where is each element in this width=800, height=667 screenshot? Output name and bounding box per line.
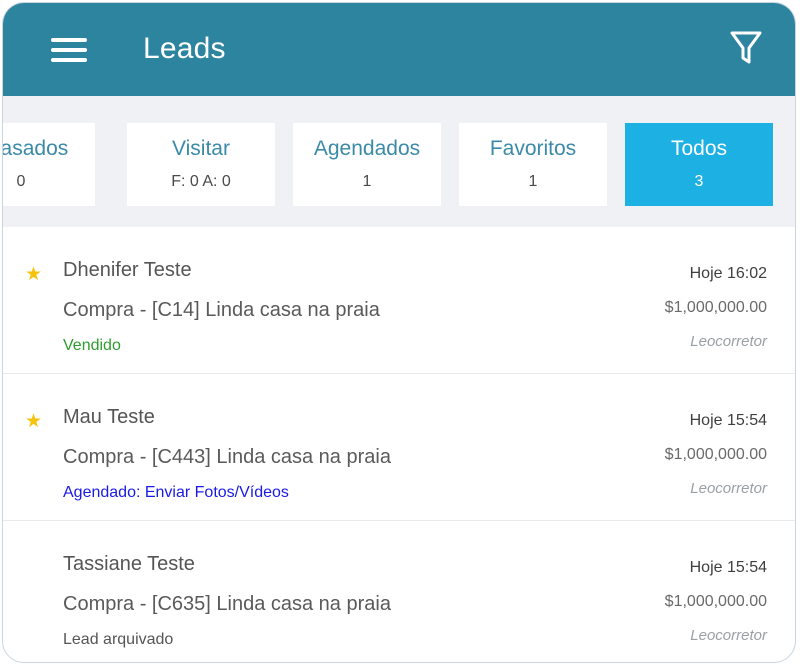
lead-row[interactable]: ★ Dhenifer Teste Compra - [C14] Linda ca… [3, 227, 795, 374]
app-bar: Leads [3, 3, 795, 96]
lead-agent: Leocorretor [690, 627, 767, 644]
lead-status: Lead arquivado [63, 631, 174, 648]
leads-list: ★ Dhenifer Teste Compra - [C14] Linda ca… [3, 227, 795, 662]
tab-count: F: 0 A: 0 [171, 173, 231, 190]
tab-label: Agendados [313, 137, 421, 160]
tab-count: 1 [528, 173, 538, 190]
hamburger-menu-icon[interactable] [51, 36, 89, 66]
tab-visitar[interactable]: Visitar F: 0 A: 0 [127, 123, 275, 206]
tab-agendados[interactable]: Agendados 1 [293, 123, 441, 206]
lead-time: Hoje 16:02 [689, 265, 767, 282]
tab-todos[interactable]: Todos 3 [625, 123, 773, 206]
tab-atrasados[interactable]: Atrasados 0 [3, 123, 95, 206]
lead-property: Compra - [C14] Linda casa na praia [63, 299, 380, 321]
lead-price: $1,000,000.00 [664, 446, 767, 463]
page-title: Leads [143, 32, 226, 65]
lead-status: Agendado: Enviar Fotos/Vídeos [63, 484, 289, 501]
tab-label: Atrasados [3, 137, 69, 160]
tab-label: Favoritos [489, 137, 577, 160]
lead-agent: Leocorretor [690, 480, 767, 497]
lead-price: $1,000,000.00 [664, 593, 767, 610]
star-icon[interactable]: ★ [25, 263, 42, 286]
tab-label: Todos [670, 137, 728, 160]
lead-name: Mau Teste [63, 406, 155, 428]
lead-filter-tabs: Atrasados 0 Visitar F: 0 A: 0 Agendados … [3, 96, 795, 227]
lead-status: Vendido [63, 337, 121, 354]
tab-favoritos[interactable]: Favoritos 1 [459, 123, 607, 206]
lead-row[interactable]: ★ Mau Teste Compra - [C443] Linda casa n… [3, 374, 795, 521]
lead-row[interactable]: Tassiane Teste Compra - [C635] Linda cas… [3, 521, 795, 662]
lead-time: Hoje 15:54 [689, 412, 767, 429]
lead-name: Tassiane Teste [63, 553, 195, 575]
lead-price: $1,000,000.00 [664, 299, 767, 316]
star-icon[interactable]: ★ [25, 410, 42, 433]
tab-count: 3 [694, 173, 704, 190]
tab-label: Visitar [172, 137, 230, 160]
app-frame: Leads Atrasados 0 Visitar F: 0 A: 0 Agen… [2, 2, 796, 663]
lead-time: Hoje 15:54 [689, 559, 767, 576]
lead-property: Compra - [C443] Linda casa na praia [63, 446, 391, 468]
filter-icon[interactable] [729, 29, 765, 69]
lead-agent: Leocorretor [690, 333, 767, 350]
lead-property: Compra - [C635] Linda casa na praia [63, 593, 391, 615]
tab-count: 1 [362, 173, 372, 190]
tab-count: 0 [16, 173, 26, 190]
lead-name: Dhenifer Teste [63, 259, 192, 281]
